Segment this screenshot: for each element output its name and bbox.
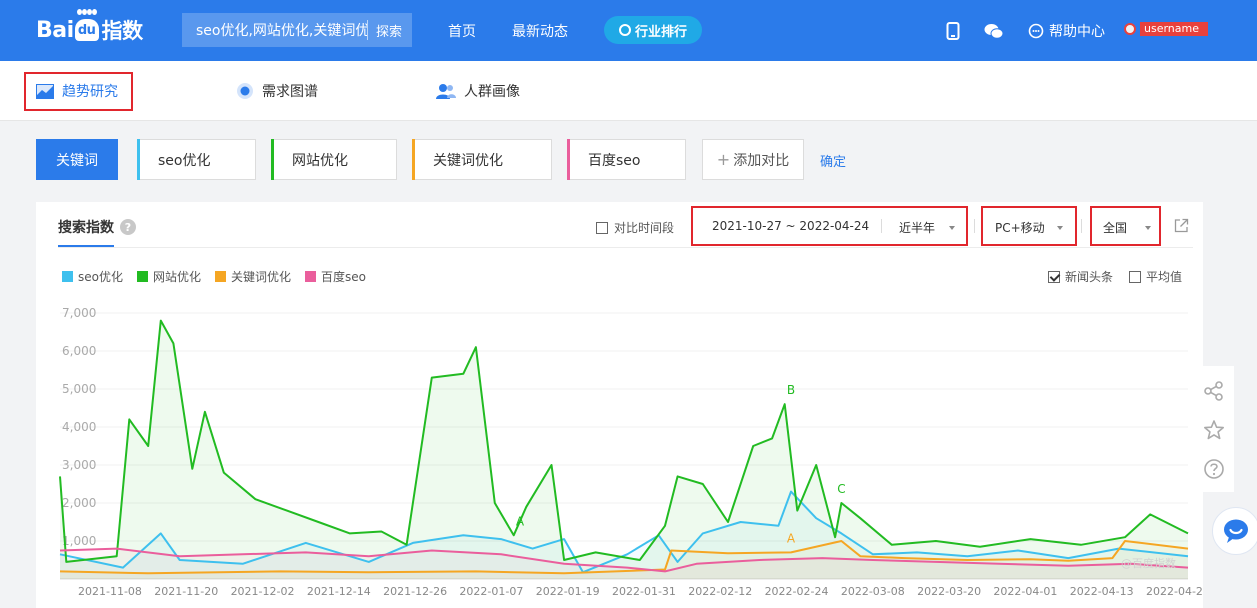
y-tick-label: 4,000 <box>62 420 96 434</box>
plus-icon: + <box>716 150 731 169</box>
top-bar: Bai du 指数 探索 首页 最新动态 行业排行 帮助中心 username <box>0 0 1257 61</box>
y-tick-label: 2,000 <box>62 496 96 510</box>
search-index-chart: 7,000 6,000 5,000 4,000 3,000 2,000 1,000 A B C A… <box>59 306 1203 598</box>
user-menu[interactable]: username <box>1124 22 1208 36</box>
annotation-marker[interactable]: C <box>837 482 845 496</box>
x-tick-label: 2022-03-20 <box>917 585 981 598</box>
paw-icon: du <box>74 9 99 41</box>
nav-news[interactable]: 最新动态 <box>512 21 568 41</box>
keyword-row: 关键词 seo优化 网站优化 关键词优化 百度seo + 添加对比 确定 <box>0 139 1257 181</box>
watermark: @百度指数 <box>1121 556 1176 570</box>
question-icon[interactable] <box>1203 458 1225 480</box>
keyword-seo-optimization[interactable]: seo优化 <box>137 139 256 180</box>
x-tick-label: 2022-02-12 <box>688 585 752 598</box>
annotation-marker[interactable]: A <box>787 531 796 545</box>
avatar <box>1124 23 1136 35</box>
share-icon[interactable] <box>1203 380 1225 402</box>
x-tick-label: 2022-01-31 <box>612 585 676 598</box>
tab-trend-research[interactable]: 趋势研究 <box>36 61 118 121</box>
side-toolbar <box>1194 366 1234 492</box>
chat-support-button[interactable] <box>1212 507 1257 555</box>
keyword-keyword-optimization[interactable]: 关键词优化 <box>412 139 552 180</box>
phone-icon[interactable] <box>946 22 960 40</box>
x-tick-label: 2022-04-01 <box>993 585 1057 598</box>
wechat-icon[interactable] <box>984 23 1004 39</box>
add-compare-button[interactable]: + 添加对比 <box>702 139 804 180</box>
x-tick-label: 2021-11-08 <box>78 585 142 598</box>
x-tick-label: 2022-01-19 <box>536 585 600 598</box>
tab-demand-map[interactable]: 需求图谱 <box>236 61 318 121</box>
chat-bubble-icon <box>1224 519 1248 543</box>
y-tick-label: 1,000 <box>62 534 96 548</box>
trend-chart-icon <box>36 84 54 99</box>
x-tick-label: 2021-12-02 <box>231 585 295 598</box>
x-tick-label: 2022-04-24 <box>1146 585 1203 598</box>
star-icon[interactable] <box>1203 419 1225 441</box>
industry-rank-button[interactable]: 行业排行 <box>604 16 702 44</box>
confirm-link[interactable]: 确定 <box>820 151 846 170</box>
search-input[interactable] <box>182 13 367 47</box>
demand-target-icon <box>237 83 253 99</box>
x-tick-label: 2021-11-20 <box>154 585 218 598</box>
search-box: 探索 <box>182 13 412 47</box>
annotation-marker[interactable]: A <box>516 514 525 528</box>
keyword-baidu-seo[interactable]: 百度seo <box>567 139 686 180</box>
x-tick-label: 2021-12-14 <box>307 585 371 598</box>
annotation-marker[interactable]: B <box>787 383 795 397</box>
crowd-people-icon <box>436 84 456 99</box>
keyword-label-button[interactable]: 关键词 <box>36 139 118 180</box>
x-tick-label: 2021-12-26 <box>383 585 447 598</box>
x-tick-label: 2022-02-24 <box>765 585 829 598</box>
x-tick-label: 2022-01-07 <box>459 585 523 598</box>
x-tick-label: 2022-04-13 <box>1070 585 1134 598</box>
help-center-link[interactable]: 帮助中心 <box>1028 0 1105 61</box>
nav-home[interactable]: 首页 <box>448 21 476 41</box>
sub-nav: 趋势研究 需求图谱 人群画像 <box>0 61 1257 121</box>
x-tick-label: 2022-03-08 <box>841 585 905 598</box>
baidu-index-logo[interactable]: Bai du 指数 <box>36 9 143 48</box>
y-tick-label: 3,000 <box>62 458 96 472</box>
help-chat-icon <box>1028 23 1044 38</box>
y-tick-label: 6,000 <box>62 344 96 358</box>
tab-crowd-portrait[interactable]: 人群画像 <box>436 61 520 121</box>
search-index-panel: 搜索指数 ? 对比时间段 2021-10-27 ~ 2022-04-24 近半年… <box>36 202 1203 608</box>
y-tick-label: 5,000 <box>62 382 96 396</box>
y-tick-label: 7,000 <box>62 306 96 320</box>
explore-button[interactable]: 探索 <box>368 21 408 40</box>
keyword-website-optimization[interactable]: 网站优化 <box>271 139 397 180</box>
rank-icon <box>618 24 631 36</box>
